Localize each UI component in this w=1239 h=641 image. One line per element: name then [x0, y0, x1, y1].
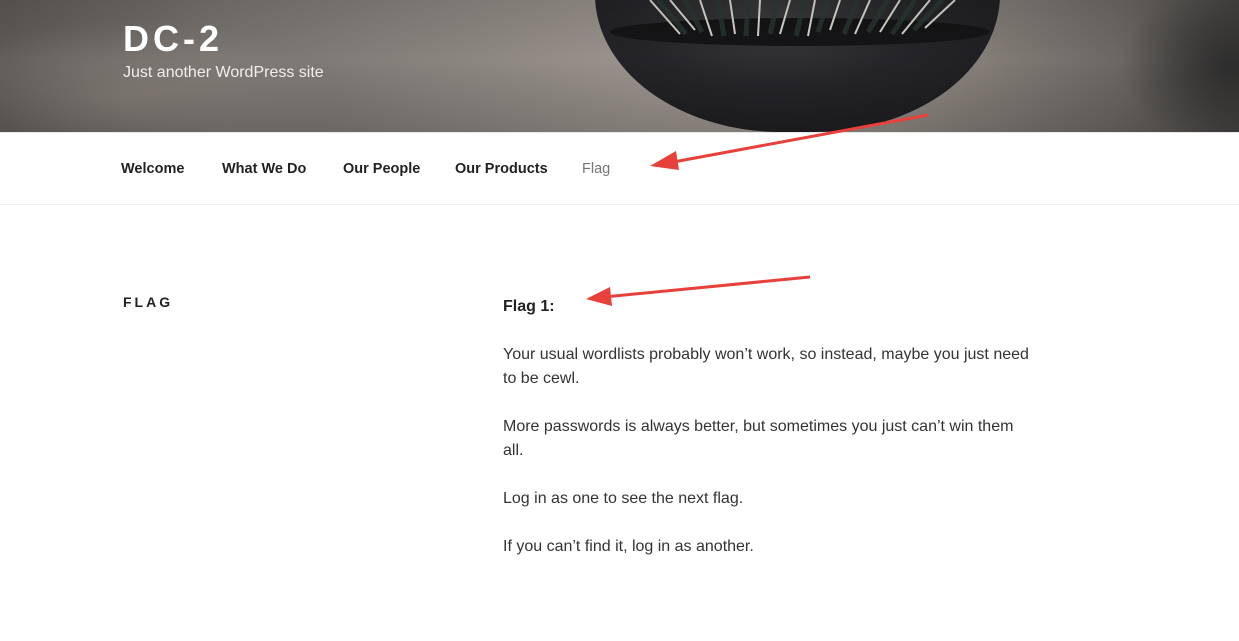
- site-header: DC-2 Just another WordPress site: [0, 0, 1239, 132]
- nav-item-welcome[interactable]: Welcome: [121, 161, 184, 177]
- page-title: FLAG: [123, 294, 174, 310]
- entry-paragraph: More passwords is always better, but som…: [503, 418, 1014, 459]
- entry-content: Flag 1: Your usual wordlists probably wo…: [503, 295, 1033, 583]
- entry-paragraph: Your usual wordlists probably won’t work…: [503, 346, 1029, 387]
- flag-heading: Flag 1:: [503, 298, 555, 315]
- entry-paragraph: Log in as one to see the next flag.: [503, 490, 744, 507]
- site-description: Just another WordPress site: [123, 64, 324, 81]
- site-title-link[interactable]: DC-2: [123, 18, 223, 60]
- nav-item-our-people[interactable]: Our People: [343, 161, 420, 177]
- entry-paragraph: If you can’t find it, log in as another.: [503, 538, 754, 555]
- nav-item-what-we-do[interactable]: What We Do: [222, 161, 306, 177]
- nav-item-our-products[interactable]: Our Products: [455, 161, 548, 177]
- nav-item-flag[interactable]: Flag: [582, 161, 610, 177]
- main-navigation: Welcome What We Do Our People Our Produc…: [0, 132, 1239, 205]
